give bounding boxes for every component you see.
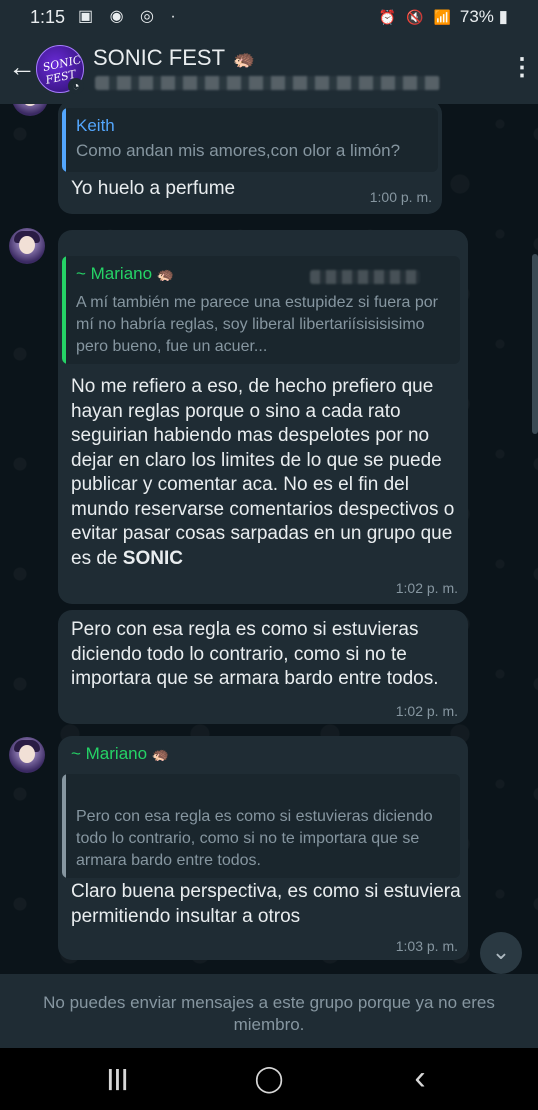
- message-time: 1:00 p. m.: [369, 189, 432, 205]
- system-nav-bar: ||| ◯ ‹: [0, 1048, 538, 1110]
- quoted-message[interactable]: Keith Como andan mis amores,con olor a l…: [62, 108, 438, 172]
- scroll-down-button[interactable]: ⌄: [480, 932, 522, 974]
- quoted-message[interactable]: ~ Mariano 🦔 A mí también me parece una e…: [62, 256, 460, 364]
- blurred-names: [310, 270, 420, 284]
- message-bubble[interactable]: ~ Mariano 🦔 A mí también me parece una e…: [58, 230, 468, 604]
- message-text: Yo huelo a perfume: [71, 178, 236, 199]
- quoted-text: A mí también me parece una estupidez si …: [76, 294, 438, 355]
- notice-text: No puedes enviar mensajes a este grupo p…: [43, 993, 495, 1034]
- message-time: 1:02 p. m.: [395, 703, 458, 719]
- message-time: 1:02 p. m.: [395, 580, 458, 596]
- scrollbar[interactable]: [532, 254, 538, 434]
- hedgehog-icon: 🦔: [156, 266, 175, 282]
- message-bubble[interactable]: Keith Como andan mis amores,con olor a l…: [58, 104, 442, 214]
- home-icon[interactable]: ◯: [249, 1064, 289, 1092]
- avatar[interactable]: [9, 228, 45, 264]
- chat-header: ← SONIC FEST ◔ SONIC FEST 🦔 ⋮: [0, 34, 538, 104]
- message-bubble[interactable]: Pero con esa regla es como si estuvieras…: [58, 610, 468, 724]
- message-bubble[interactable]: ~ Mariano 🦔 Pero con esa regla es como s…: [58, 736, 468, 960]
- group-name: SONIC FEST: [93, 45, 225, 70]
- quoted-sender: Keith: [76, 116, 115, 135]
- quoted-text: Pero con esa regla es como si estuvieras…: [76, 808, 433, 869]
- notification-icons: ▣ ◉ ◎ ·: [78, 8, 182, 25]
- back-icon[interactable]: ‹: [400, 1061, 440, 1095]
- quoted-message[interactable]: Pero con esa regla es como si estuvieras…: [62, 774, 460, 878]
- quoted-sender: ~ Mariano 🦔: [76, 264, 175, 283]
- battery-level: 73%: [459, 7, 494, 26]
- group-title[interactable]: SONIC FEST 🦔: [93, 45, 255, 71]
- message-sender[interactable]: ~ Mariano 🦔: [71, 744, 169, 764]
- status-time: 1:15: [30, 7, 66, 27]
- message-time: 1:03 p. m.: [395, 938, 458, 954]
- message-text: Pero con esa regla es como si estuvieras…: [71, 619, 439, 689]
- message-text: No me refiero a eso, de hecho prefiero q…: [71, 376, 455, 569]
- hedgehog-icon: 🦔: [232, 49, 256, 69]
- avatar[interactable]: [9, 737, 45, 773]
- arrow-left-icon[interactable]: ←: [8, 52, 36, 82]
- avatar[interactable]: [12, 104, 48, 116]
- quoted-text: Como andan mis amores,con olor a limón?: [76, 141, 401, 160]
- recent-apps-icon[interactable]: |||: [98, 1064, 138, 1092]
- status-right: ⏰ 🔇 📶 73% ▮: [379, 7, 508, 27]
- chat-area[interactable]: Keith Como andan mis amores,con olor a l…: [0, 104, 538, 974]
- group-members-blurred: [95, 76, 440, 90]
- chevrons-down-icon: ⌄: [491, 939, 511, 964]
- status-bar: 1:15 ▣ ◉ ◎ · ⏰ 🔇 📶 73% ▮: [0, 0, 538, 34]
- battery-icon: ▮: [498, 7, 508, 26]
- community-badge-icon: ◔: [68, 78, 84, 94]
- message-text: Claro buena perspectiva, es como si estu…: [71, 881, 461, 927]
- hedgehog-icon: 🦔: [151, 746, 170, 762]
- kebab-icon[interactable]: ⋮: [510, 54, 534, 82]
- not-member-notice: No puedes enviar mensajes a este grupo p…: [0, 974, 538, 1048]
- system-icons: ⏰ 🔇 📶: [378, 9, 454, 25]
